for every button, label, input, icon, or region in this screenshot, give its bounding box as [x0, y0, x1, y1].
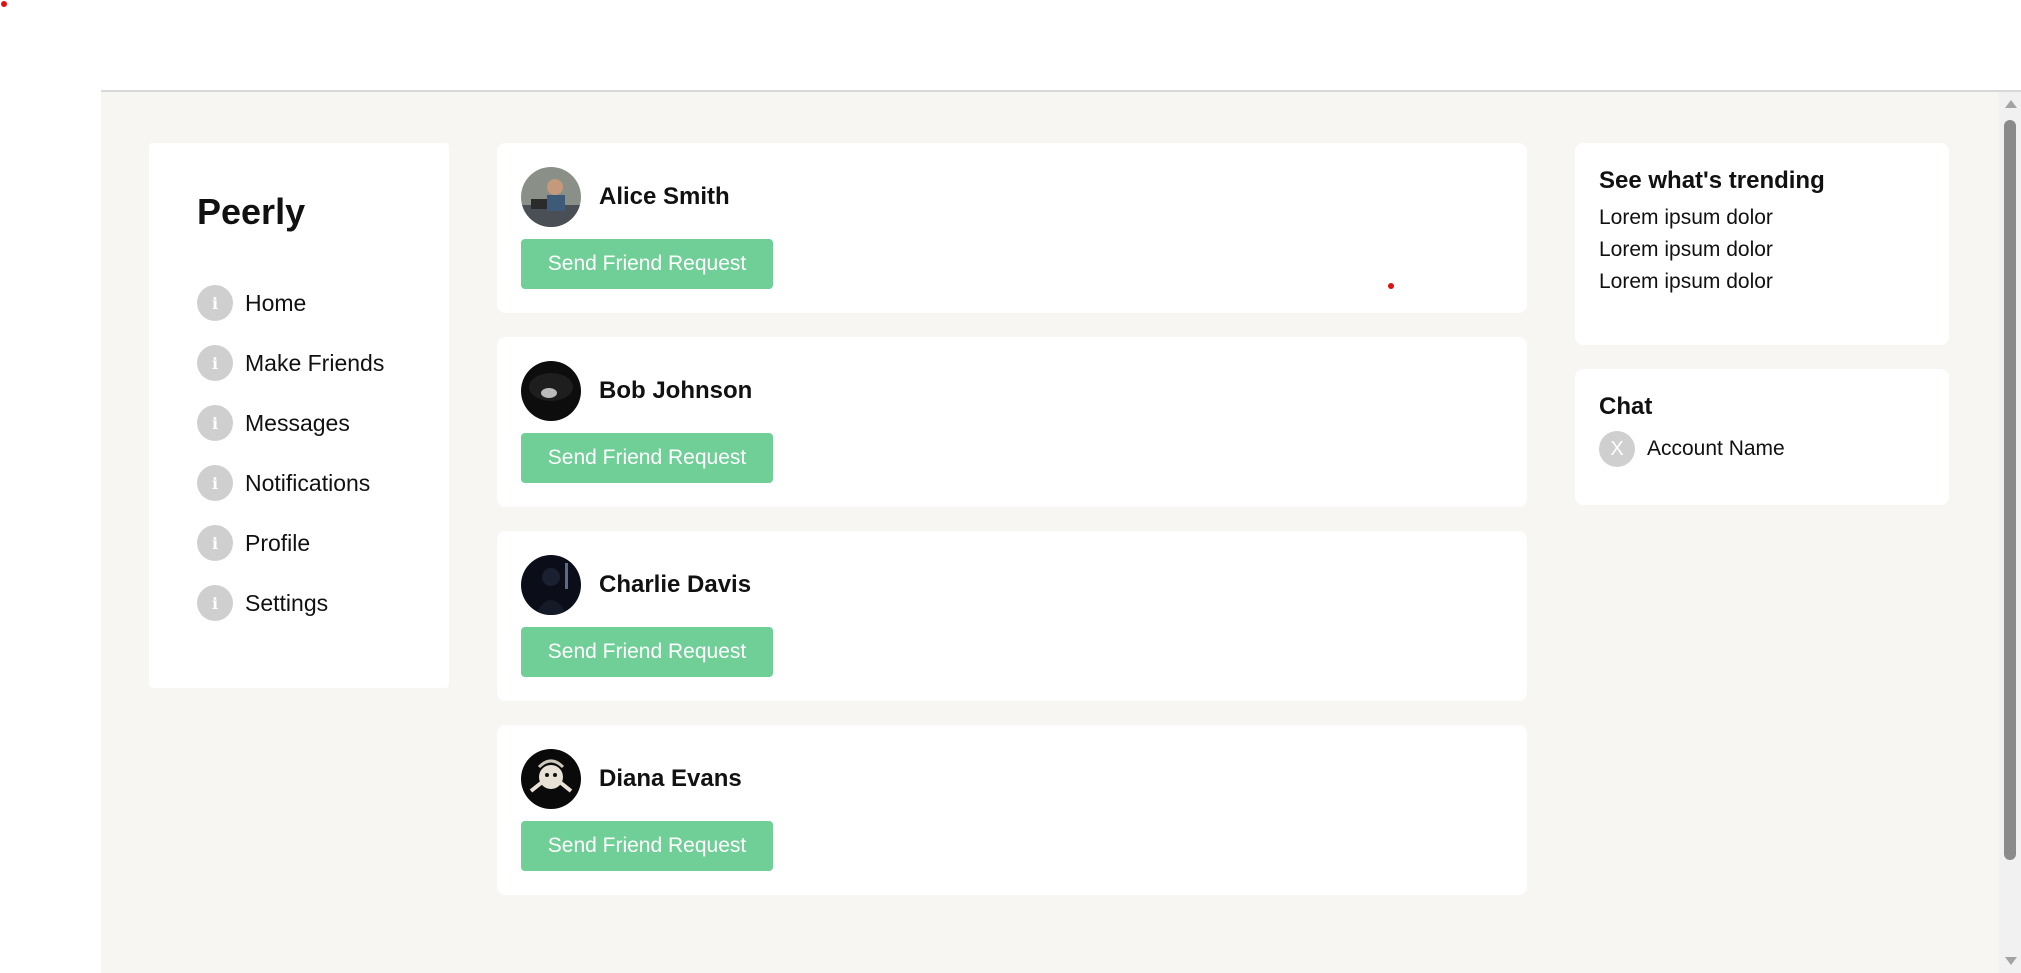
info-icon: i	[197, 525, 233, 561]
send-friend-request-button[interactable]: Send Friend Request	[521, 239, 773, 289]
sidebar-item-label: Notifications	[245, 469, 371, 496]
sidebar-item-notifications[interactable]: i Notifications	[197, 453, 401, 513]
friend-suggestions-feed: Alice Smith Send Friend Request Bob John…	[497, 143, 1527, 919]
chat-title: Chat	[1599, 393, 1653, 420]
vertical-scrollbar[interactable]	[1999, 92, 2021, 973]
send-friend-request-button[interactable]: Send Friend Request	[521, 627, 773, 677]
chat-contact[interactable]: X Account Name	[1599, 431, 1925, 467]
sidebar-item-label: Home	[245, 289, 307, 316]
scroll-up-icon[interactable]	[2005, 100, 2017, 108]
avatar[interactable]	[521, 361, 581, 421]
chat-avatar: X	[1599, 431, 1635, 467]
scroll-down-icon[interactable]	[2005, 957, 2017, 965]
avatar[interactable]	[521, 555, 581, 615]
trending-panel: See what's trending Lorem ipsum dolor Lo…	[1575, 143, 1949, 345]
sidebar: Peerly i Home i Make Friends i Messages …	[149, 143, 449, 688]
right-column: See what's trending Lorem ipsum dolor Lo…	[1575, 143, 1949, 529]
sidebar-item-label: Profile	[245, 529, 311, 556]
sidebar-item-label: Settings	[245, 589, 329, 616]
sidebar-item-home[interactable]: i Home	[197, 273, 401, 333]
cursor-marker	[1388, 283, 1394, 289]
sidebar-item-profile[interactable]: i Profile	[197, 513, 401, 573]
sidebar-nav: i Home i Make Friends i Messages i Notif…	[197, 273, 401, 633]
sidebar-item-settings[interactable]: i Settings	[197, 573, 401, 633]
cursor-marker	[1, 1, 7, 7]
info-icon: i	[197, 585, 233, 621]
sidebar-item-label: Make Friends	[245, 349, 385, 376]
brand-logo[interactable]: Peerly	[197, 191, 401, 233]
info-icon: i	[197, 285, 233, 321]
friend-card: Diana Evans Send Friend Request	[497, 725, 1527, 895]
friend-name[interactable]: Bob Johnson	[599, 377, 752, 405]
send-friend-request-button[interactable]: Send Friend Request	[521, 433, 773, 483]
chat-panel: Chat X Account Name	[1575, 369, 1949, 505]
friend-name[interactable]: Diana Evans	[599, 765, 742, 793]
friend-name[interactable]: Alice Smith	[599, 183, 730, 211]
sidebar-item-label: Messages	[245, 409, 350, 436]
avatar[interactable]	[521, 749, 581, 809]
info-icon: i	[197, 405, 233, 441]
scroll-thumb[interactable]	[2004, 120, 2016, 860]
avatar[interactable]	[521, 167, 581, 227]
chat-account-name: Account Name	[1647, 437, 1785, 460]
trending-title: See what's trending	[1599, 167, 1825, 194]
trending-item[interactable]: Lorem ipsum dolor	[1599, 263, 1925, 301]
friend-name[interactable]: Charlie Davis	[599, 571, 751, 599]
app-viewport: Peerly i Home i Make Friends i Messages …	[101, 90, 2021, 973]
friend-card: Bob Johnson Send Friend Request	[497, 337, 1527, 507]
sidebar-item-messages[interactable]: i Messages	[197, 393, 401, 453]
friend-card: Alice Smith Send Friend Request	[497, 143, 1527, 313]
friend-card: Charlie Davis Send Friend Request	[497, 531, 1527, 701]
info-icon: i	[197, 345, 233, 381]
send-friend-request-button[interactable]: Send Friend Request	[521, 821, 773, 871]
info-icon: i	[197, 465, 233, 501]
sidebar-item-make-friends[interactable]: i Make Friends	[197, 333, 401, 393]
